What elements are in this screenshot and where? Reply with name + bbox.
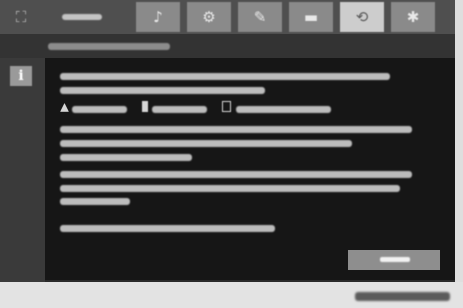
message-line	[72, 106, 127, 113]
footer-label	[355, 292, 450, 301]
box-icon	[222, 101, 231, 112]
message-line	[60, 140, 352, 147]
message-line	[60, 171, 412, 178]
tab-tools[interactable]: ✱	[391, 2, 435, 32]
music-icon: ♪	[153, 8, 163, 26]
edit-icon: ✎	[253, 8, 267, 26]
page-title	[48, 43, 170, 50]
fullscreen-icon[interactable]: ⛶	[12, 8, 30, 26]
pin-icon	[142, 101, 148, 112]
tools-icon: ✱	[406, 8, 420, 26]
settings-icon: ⚙	[202, 8, 216, 26]
tab-music[interactable]: ♪	[136, 2, 180, 32]
sidebar	[0, 58, 45, 282]
message-line	[60, 198, 130, 205]
camera-icon: ▬	[303, 8, 319, 26]
message-line	[60, 73, 390, 80]
tab-settings[interactable]: ⚙	[187, 2, 231, 32]
tab-camera[interactable]: ▬	[289, 2, 333, 32]
refresh-icon: ⟲	[355, 8, 369, 26]
info-icon[interactable]: i	[10, 66, 32, 86]
tab-refresh[interactable]: ⟲	[340, 2, 384, 32]
message-line	[60, 154, 192, 161]
message-line	[60, 126, 412, 133]
message-line	[152, 106, 207, 113]
message-line	[236, 106, 331, 113]
header-label	[62, 14, 102, 20]
confirm-button-label	[380, 257, 410, 262]
message-line	[60, 87, 265, 94]
tab-edit[interactable]: ✎	[238, 2, 282, 32]
message-line	[60, 185, 400, 192]
message-line	[60, 225, 275, 232]
